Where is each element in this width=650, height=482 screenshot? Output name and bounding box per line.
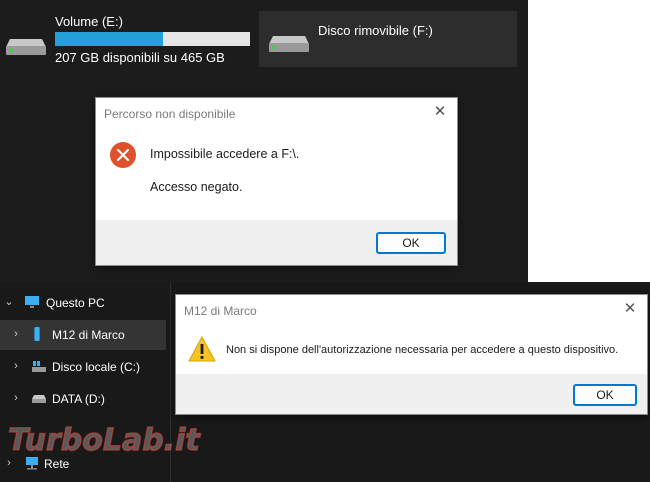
permission-denied-dialog: M12 di Marco ✕ Non si dispone dell'autor… — [175, 294, 648, 415]
close-icon[interactable]: ✕ — [621, 300, 639, 318]
nav-item-this-pc[interactable]: ⌄ Questo PC — [0, 288, 170, 318]
chevron-right-icon[interactable]: › — [11, 392, 21, 404]
turbolab-watermark-logo: TurboLab.it — [7, 422, 202, 458]
drive-usage-fill — [55, 32, 164, 46]
drive-icon — [6, 39, 46, 55]
computer-icon — [25, 296, 39, 308]
drive-tile-removable-f[interactable]: Disco rimovibile (F:) — [259, 11, 517, 67]
dialog-footer: OK — [96, 220, 457, 265]
nav-item-label: Disco locale (C:) — [52, 360, 141, 374]
drive-icon — [32, 395, 46, 403]
dialog-detail: Accesso negato. — [150, 180, 243, 194]
svg-text:TurboLab.it: TurboLab.it — [8, 423, 201, 458]
drive-name: Disco rimovibile (F:) — [318, 23, 433, 38]
drive-name: Volume (E:) — [55, 14, 123, 29]
drive-usage-bar — [55, 32, 250, 46]
ok-button[interactable]: OK — [573, 384, 637, 406]
dialog-title: M12 di Marco — [184, 304, 257, 318]
nav-item-label: DATA (D:) — [52, 392, 105, 406]
nav-item-label: M12 di Marco — [52, 328, 125, 342]
chevron-down-icon[interactable]: ⌄ — [4, 296, 14, 308]
windows-drive-icon — [32, 361, 46, 372]
nav-item-disk-c[interactable]: › Disco locale (C:) — [0, 352, 170, 382]
chevron-right-icon[interactable]: › — [11, 328, 21, 340]
dialog-message: Non si dispone dell'autorizzazione neces… — [226, 344, 619, 356]
removable-drive-icon — [269, 36, 309, 52]
ok-button[interactable]: OK — [376, 232, 446, 254]
nav-item-data-d[interactable]: › DATA (D:) — [0, 384, 170, 414]
path-unavailable-dialog: Percorso non disponibile ✕ Impossibile a… — [95, 97, 458, 266]
chevron-right-icon[interactable]: › — [11, 360, 21, 372]
drive-tile-volume-e[interactable]: Volume (E:) 207 GB disponibili su 465 GB — [0, 8, 256, 66]
dialog-message: Impossibile accedere a F:\. — [150, 147, 300, 161]
close-icon[interactable]: ✕ — [431, 103, 449, 121]
nav-item-label: Questo PC — [46, 296, 105, 310]
drive-free-space: 207 GB disponibili su 465 GB — [55, 50, 225, 65]
dialog-footer: OK — [176, 374, 647, 414]
error-icon — [110, 142, 136, 168]
warning-icon — [188, 336, 216, 362]
dialog-title: Percorso non disponibile — [104, 107, 236, 121]
phone-icon — [34, 327, 40, 341]
nav-item-m12[interactable]: › M12 di Marco — [0, 320, 166, 350]
